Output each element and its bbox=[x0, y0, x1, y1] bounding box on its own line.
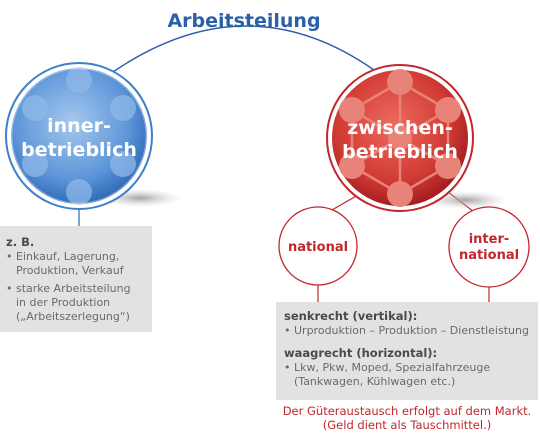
left-node-label-2: betrieblich bbox=[21, 139, 137, 161]
examples-list: • Einkauf, Lagerung, Produktion, Verkauf … bbox=[6, 250, 150, 324]
examples-box-zwischenbetrieblich: senkrecht (vertikal): • Urproduktion – Pr… bbox=[276, 302, 538, 400]
bullet: • bbox=[284, 324, 291, 337]
list-item: • Einkauf, Lagerung, bbox=[6, 250, 150, 264]
list-item-line: (Tankwagen, Kühlwagen etc.) bbox=[294, 375, 456, 388]
international-label-2: national bbox=[459, 248, 519, 263]
node-zwischenbetrieblich: zwischen- betrieblich bbox=[326, 64, 474, 212]
node-international: inter- national bbox=[448, 206, 530, 288]
list-item-line: Produktion, Verkauf bbox=[16, 264, 124, 277]
right-node-label-1: zwischen- bbox=[347, 117, 453, 139]
international-label-1: inter- bbox=[469, 232, 510, 247]
examples-box-innerbetrieblich: z. B. • Einkauf, Lagerung, Produktion, Ve… bbox=[0, 226, 152, 332]
market-footnote: Der Güteraustausch erfolgt auf dem Markt… bbox=[276, 404, 538, 432]
heading-horizontal: waagrecht (horizontal): bbox=[284, 346, 438, 360]
list-item-line: Lkw, Pkw, Moped, Spezialfahrzeuge bbox=[294, 361, 491, 374]
heading-vertical: senkrecht (vertikal): bbox=[284, 309, 418, 323]
title-arbeitsteilung: Arbeitsteilung bbox=[167, 10, 320, 32]
right-node-label-2: betrieblich bbox=[342, 141, 458, 163]
footnote-line-1: Der Güteraustausch erfolgt auf dem Markt… bbox=[282, 404, 532, 418]
list-item-line: in der Produktion bbox=[16, 296, 111, 309]
left-node-label-1: inner- bbox=[47, 115, 111, 137]
list-item-line: Einkauf, Lagerung, bbox=[16, 250, 120, 263]
examples-heading: z. B. bbox=[6, 235, 35, 249]
list-item: • Urproduktion – Produktion – Dienstleist… bbox=[284, 324, 529, 338]
node-innerbetrieblich: inner- betrieblich bbox=[5, 62, 153, 210]
list-item-line: („Arbeitszerlegung“) bbox=[16, 310, 130, 323]
national-label: national bbox=[288, 240, 348, 255]
footnote-line-2: (Geld dient als Tauschmittel.) bbox=[322, 418, 492, 432]
node-national: national bbox=[278, 206, 358, 286]
connector-arc bbox=[109, 25, 375, 75]
list-item-line: starke Arbeitsteilung bbox=[16, 282, 131, 295]
list-item: • Lkw, Pkw, Moped, Spezialfahrzeuge (Tank… bbox=[284, 361, 534, 389]
bullet: • bbox=[284, 361, 291, 374]
bullet: • bbox=[6, 250, 13, 263]
list-item: • starke Arbeitsteilung bbox=[6, 282, 150, 296]
list-item-line: Urproduktion – Produktion – Dienstleistu… bbox=[294, 324, 529, 337]
bullet: • bbox=[6, 282, 13, 295]
